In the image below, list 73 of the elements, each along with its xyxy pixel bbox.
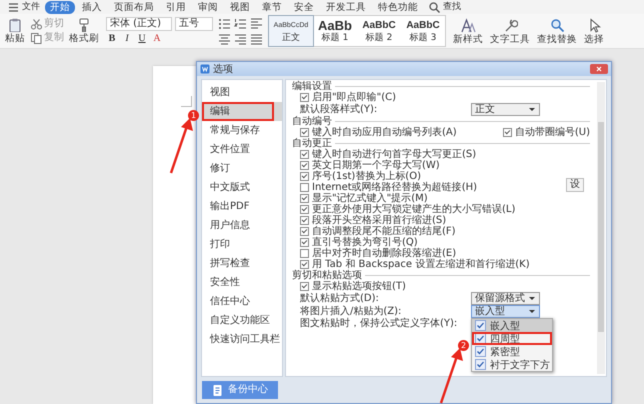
search-button[interactable]: 查找 [425, 0, 464, 14]
ribbon-tab[interactable]: 审阅 [193, 0, 223, 14]
ribbon-tab[interactable]: 插入 [77, 0, 107, 14]
sidebar-item[interactable]: 修订 [202, 159, 282, 178]
cursor-button[interactable]: 选择 [582, 16, 606, 46]
style-option[interactable]: AaBbC 标题 2 [357, 16, 401, 46]
checkbox-option[interactable]: 更正意外使用大写锁定键产生的大小写错误(L) [300, 204, 516, 215]
wrench-button[interactable]: 文字工具 [488, 16, 532, 46]
bold-button[interactable]: B [106, 33, 118, 45]
sidebar-item[interactable]: 编辑 [202, 102, 282, 121]
clipboard-button[interactable]: 粘贴 [3, 17, 27, 45]
letters-button[interactable]: 新样式 [451, 16, 485, 46]
brush-button[interactable]: 格式刷 [67, 17, 101, 45]
field-label: 图文粘贴时，保持公式定义字体(Y): [300, 318, 458, 329]
checkbox-option[interactable]: 序号(1st)替换为上标(O) [300, 171, 421, 182]
dropdown-field[interactable]: 嵌入型 [471, 305, 540, 318]
sidebar-item[interactable]: 常规与保存 [202, 121, 282, 140]
field-label: 默认粘贴方式(D): [300, 293, 380, 304]
ribbon-tab[interactable]: 特色功能 [373, 0, 423, 14]
section-heading: 自动编号 [292, 116, 332, 127]
font-name-field[interactable]: 宋体 (正文) [106, 17, 172, 31]
step-badge: 2 [458, 340, 469, 351]
sidebar-item[interactable]: 中文版式 [202, 178, 282, 197]
ribbon-tab[interactable]: 安全 [289, 0, 319, 14]
checkbox-option[interactable]: 自动带圈编号(U) [502, 127, 590, 138]
font-color-button[interactable]: A [151, 33, 163, 45]
checkbox-option[interactable]: 英文日期第一个字母大写(W) [300, 160, 440, 171]
checkbox-option[interactable]: 键入时自动应用自动编号列表(A) [300, 127, 457, 138]
checkbox-option[interactable]: 用 Tab 和 Backspace 设置左缩进和首行缩进(K) [300, 259, 530, 270]
sidebar-item[interactable]: 拼写检查 [202, 254, 282, 273]
ribbon-tab[interactable]: 开始 [45, 0, 75, 14]
dropdown-option[interactable]: 衬于文字下方 [472, 358, 552, 371]
checkbox-option[interactable]: 启用"即点即输"(C) [300, 92, 396, 103]
file-menu[interactable]: 文件 [4, 0, 43, 14]
sidebar-item[interactable]: 快速访问工具栏 [202, 330, 282, 349]
sidebar-item[interactable]: 安全性 [202, 273, 282, 292]
ribbon-tab[interactable]: 页面布局 [109, 0, 159, 14]
field-label: 将图片插入/粘贴为(Z): [300, 306, 402, 317]
sidebar-item[interactable]: 文件位置 [202, 140, 282, 159]
style-option[interactable]: AaBbC 标题 3 [401, 16, 445, 46]
checkbox-option[interactable]: 显示"记忆式键入"提示(M) [300, 193, 428, 204]
section-heading: 自动更正 [292, 138, 332, 149]
search-button[interactable]: 查找替换 [535, 16, 579, 46]
checkbox-option[interactable]: 直引号替换为弯引号(Q) [300, 237, 418, 248]
sidebar-item[interactable]: 输出PDF [202, 197, 282, 216]
section-heading: 剪切和粘贴选项 [292, 270, 362, 281]
sidebar-item[interactable]: 打印 [202, 235, 282, 254]
sidebar-item[interactable]: 用户信息 [202, 216, 282, 235]
checkbox-option[interactable]: 自动调整段尾不能压缩的结尾(F) [300, 226, 456, 237]
checkbox-option[interactable]: 段落开头空格采用首行缩进(S) [300, 215, 446, 226]
ribbon-tab[interactable]: 视图 [225, 0, 255, 14]
dialog-title: 选项 [213, 62, 234, 76]
checkbox-option[interactable]: 居中对齐时自动删除段落缩进(E) [300, 248, 456, 259]
sidebar-item[interactable]: 视图 [202, 83, 282, 102]
font-size-field[interactable]: 五号 [175, 17, 213, 31]
small-button[interactable]: 设 [566, 178, 584, 192]
italic-button[interactable]: I [121, 33, 133, 45]
ribbon-tab[interactable]: 开发工具 [321, 0, 371, 14]
dropdown-field[interactable]: 保留源格式 [471, 292, 540, 305]
dropdown-option[interactable]: 紧密型 [472, 345, 552, 358]
style-option[interactable]: AaBb 标题 1 [313, 16, 357, 46]
sidebar-item[interactable]: 信任中心 [202, 292, 282, 311]
dropdown-field[interactable]: 正文 [471, 103, 540, 116]
dropdown-option[interactable]: 嵌入型 [472, 319, 552, 332]
section-heading: 编辑设置 [292, 81, 332, 92]
checkbox-option[interactable]: 显示粘贴选项按钮(T) [300, 281, 406, 292]
checkbox-option[interactable]: Internet或网络路径替换为超链接(H) [300, 182, 478, 193]
ribbon-tab[interactable]: 章节 [257, 0, 287, 14]
ribbon-tab[interactable]: 引用 [161, 0, 191, 14]
checkbox-option[interactable]: 键入时自动进行句首字母大写更正(S) [300, 149, 476, 160]
field-label: 默认段落样式(Y): [300, 104, 378, 115]
sidebar-item[interactable]: 自定义功能区 [202, 311, 282, 330]
underline-button[interactable]: U [136, 33, 148, 45]
